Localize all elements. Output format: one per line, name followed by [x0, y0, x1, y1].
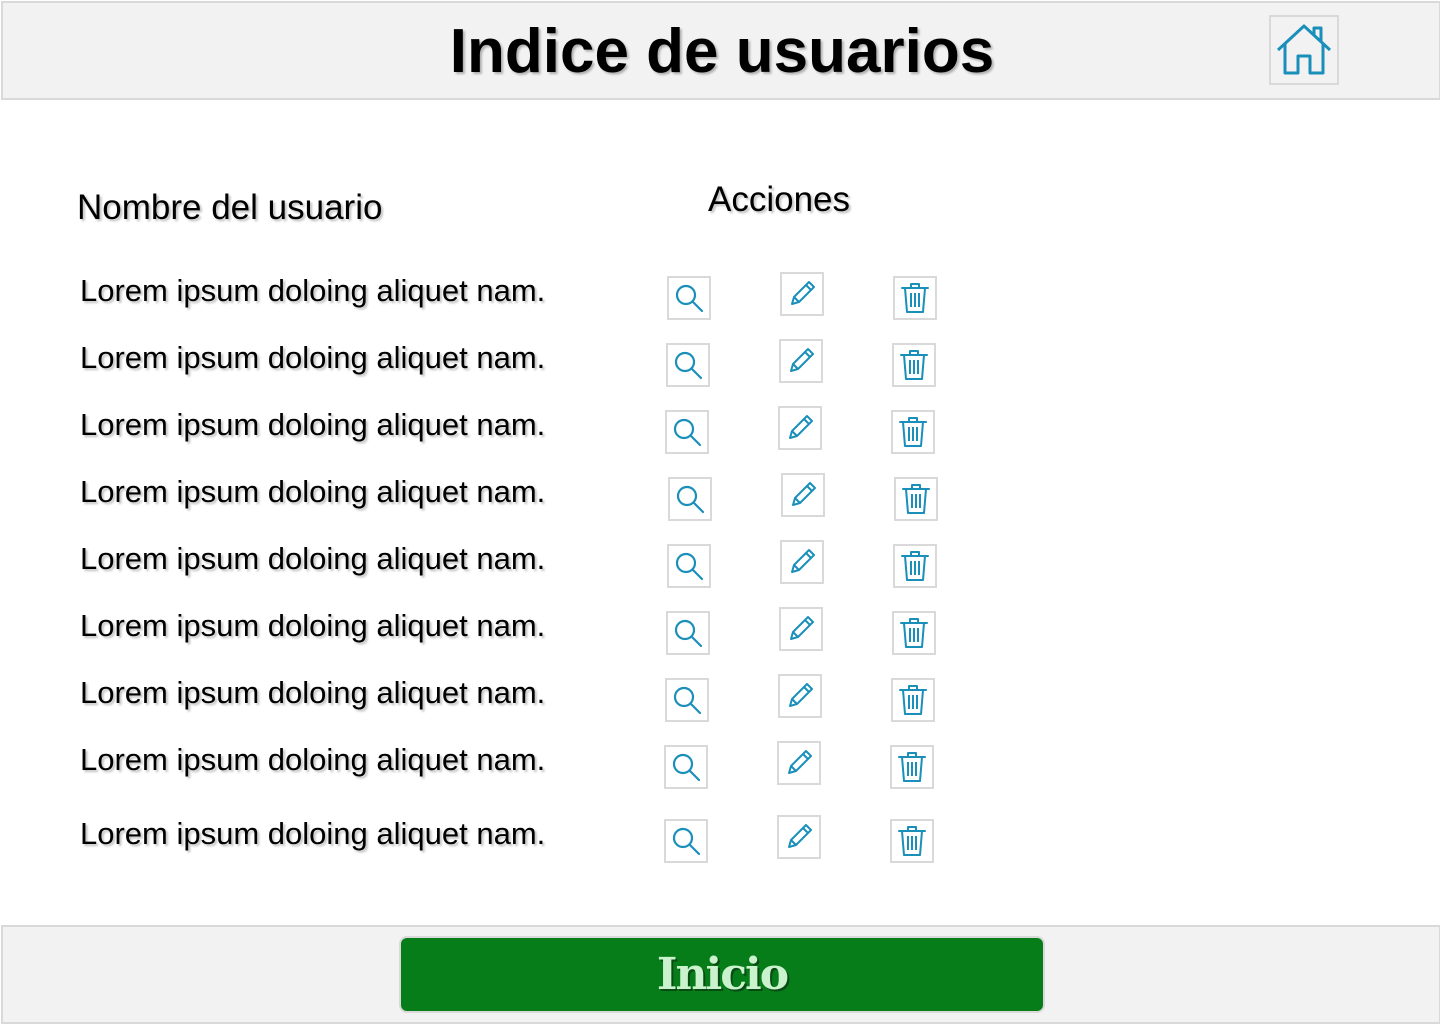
trash-icon [902, 484, 930, 514]
edit-button[interactable] [780, 540, 824, 584]
edit-button[interactable] [778, 406, 822, 450]
view-button[interactable] [668, 477, 712, 521]
inicio-button[interactable]: Inicio [399, 936, 1045, 1013]
home-button[interactable] [1269, 15, 1339, 85]
delete-button[interactable] [890, 819, 934, 863]
trash-icon [899, 417, 927, 447]
delete-button[interactable] [890, 745, 934, 789]
pencil-icon [788, 824, 812, 848]
trash-icon [900, 618, 928, 648]
delete-button[interactable] [893, 276, 937, 320]
user-name: Lorem ipsum doloing aliquet nam. [80, 541, 546, 576]
column-header-name: Nombre del usuario [77, 188, 383, 227]
search-icon [676, 485, 705, 514]
edit-button[interactable] [777, 815, 821, 859]
header-bar: Indice de usuarios [1, 1, 1440, 100]
user-name: Lorem ipsum doloing aliquet nam. [80, 816, 546, 851]
pencil-icon [789, 683, 813, 707]
user-name: Lorem ipsum doloing aliquet nam. [80, 340, 546, 375]
search-icon [674, 619, 703, 648]
delete-button[interactable] [892, 611, 936, 655]
delete-button[interactable] [893, 544, 937, 588]
view-button[interactable] [664, 745, 708, 789]
view-button[interactable] [666, 611, 710, 655]
view-button[interactable] [667, 276, 711, 320]
trash-icon [898, 752, 926, 782]
column-header-actions: Acciones [708, 180, 851, 219]
home-icon [1276, 24, 1332, 75]
pencil-icon [790, 616, 814, 640]
edit-button[interactable] [777, 741, 821, 785]
pencil-icon [791, 281, 815, 305]
user-name: Lorem ipsum doloing aliquet nam. [80, 608, 546, 643]
search-icon [673, 418, 702, 447]
view-button[interactable] [664, 819, 708, 863]
trash-icon [901, 551, 929, 581]
user-name: Lorem ipsum doloing aliquet nam. [80, 273, 546, 308]
inicio-button-label: Inicio [656, 949, 789, 1000]
footer-bar: Inicio [1, 925, 1440, 1024]
view-button[interactable] [666, 343, 710, 387]
view-button[interactable] [667, 544, 711, 588]
user-name: Lorem ipsum doloing aliquet nam. [80, 474, 546, 509]
edit-button[interactable] [780, 272, 824, 316]
delete-button[interactable] [892, 343, 936, 387]
edit-button[interactable] [778, 674, 822, 718]
pencil-icon [790, 348, 814, 372]
edit-button[interactable] [779, 339, 823, 383]
pencil-icon [788, 750, 812, 774]
trash-icon [901, 283, 929, 313]
trash-icon [898, 826, 926, 856]
pencil-icon [792, 482, 816, 506]
pencil-icon [791, 549, 815, 573]
page-title: Indice de usuarios [449, 17, 995, 86]
delete-button[interactable] [894, 477, 938, 521]
user-name: Lorem ipsum doloing aliquet nam. [80, 675, 546, 710]
delete-button[interactable] [891, 410, 935, 454]
search-icon [672, 753, 701, 782]
trash-icon [899, 685, 927, 715]
search-icon [673, 686, 702, 715]
edit-button[interactable] [779, 607, 823, 651]
edit-button[interactable] [781, 473, 825, 517]
trash-icon [900, 350, 928, 380]
search-icon [675, 284, 704, 313]
search-icon [672, 827, 701, 856]
user-name: Lorem ipsum doloing aliquet nam. [80, 742, 546, 777]
delete-button[interactable] [891, 678, 935, 722]
search-icon [675, 552, 704, 581]
view-button[interactable] [665, 410, 709, 454]
pencil-icon [789, 415, 813, 439]
user-name: Lorem ipsum doloing aliquet nam. [80, 407, 546, 442]
search-icon [674, 351, 703, 380]
view-button[interactable] [665, 678, 709, 722]
